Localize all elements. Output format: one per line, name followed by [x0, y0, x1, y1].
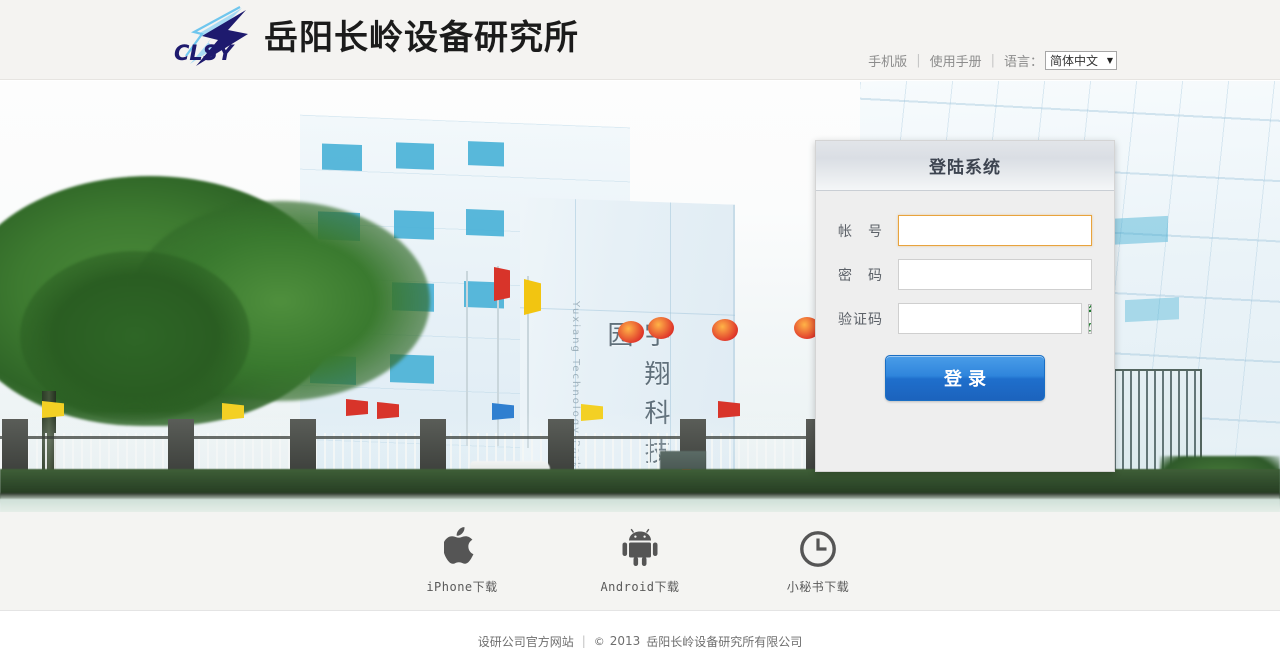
captcha-code: 2295 — [1088, 303, 1092, 333]
site-header: CLSY 岳阳长岭设备研究所 手机版 | 使用手册 | 语言： 简体中文 ▼ — [0, 0, 1280, 80]
download-iphone-label: iPhone下载 — [426, 579, 498, 594]
site-title: 岳阳长岭设备研究所 — [264, 18, 579, 58]
account-input[interactable] — [898, 215, 1092, 246]
language-selected-value: 简体中文 — [1050, 54, 1099, 68]
clock-icon — [799, 528, 837, 568]
account-row: 帐 号 — [838, 215, 1092, 246]
captcha-input[interactable] — [898, 303, 1082, 334]
top-navigation: 手机版 | 使用手册 | 语言： 简体中文 ▼ — [868, 51, 1117, 70]
login-panel-header: 登陆系统 — [816, 141, 1114, 191]
download-assistant[interactable]: 小秘书下载 — [763, 528, 873, 595]
captcha-label: 验证码 — [838, 311, 883, 328]
footer-official-site-link[interactable]: 设研公司官方网站 — [478, 633, 574, 650]
nav-mobile-version[interactable]: 手机版 — [868, 51, 907, 70]
download-android-label: Android下载 — [600, 579, 680, 594]
language-select[interactable]: 简体中文 ▼ — [1045, 51, 1117, 70]
account-label: 帐 号 — [838, 223, 883, 240]
nav-separator-1: | — [916, 53, 921, 68]
password-input[interactable] — [898, 259, 1092, 290]
footer-content: 设研公司官方网站 | © 2013 岳阳长岭设备研究所有限公司 — [478, 633, 803, 650]
brand: CLSY 岳阳长岭设备研究所 — [168, 4, 579, 76]
app-download-strip: iPhone下载 Android下载 小秘书下载 — [0, 512, 1280, 610]
login-title: 登陆系统 — [929, 158, 1001, 178]
nav-separator-2: | — [990, 53, 995, 68]
language-label: 语言： — [1003, 55, 1043, 70]
footer-separator: | — [581, 634, 586, 648]
site-footer: 设研公司官方网站 | © 2013 岳阳长岭设备研究所有限公司 — [0, 610, 1280, 671]
footer-year: 2013 — [609, 634, 641, 648]
pavement — [0, 499, 1280, 512]
password-label: 密 码 — [838, 267, 883, 284]
nav-user-manual[interactable]: 使用手册 — [930, 51, 982, 70]
download-iphone[interactable]: iPhone下载 — [407, 526, 517, 595]
android-icon — [620, 528, 660, 568]
download-assistant-label: 小秘书下载 — [786, 579, 850, 594]
apple-icon — [444, 526, 480, 568]
footer-company: 岳阳长岭设备研究所有限公司 — [646, 634, 803, 649]
login-page: CLSY 岳阳长岭设备研究所 手机版 | 使用手册 | 语言： 简体中文 ▼ Y… — [0, 0, 1280, 671]
login-submit-button[interactable]: 登录 — [885, 355, 1045, 401]
chevron-down-icon: ▼ — [1106, 56, 1113, 65]
captcha-image[interactable]: 2295 — [1088, 303, 1092, 334]
arrow-swoosh-logo: CLSY — [168, 4, 254, 76]
login-form: 帐 号 密 码 验证码 2295 登录 — [816, 191, 1114, 401]
copyright-icon: © — [593, 634, 605, 648]
password-row: 密 码 — [838, 259, 1092, 290]
logo-text: CLSY — [174, 41, 235, 65]
captcha-row: 验证码 2295 — [838, 303, 1092, 334]
download-android[interactable]: Android下载 — [585, 528, 695, 595]
login-panel: 登陆系统 帐 号 密 码 验证码 2 登录 — [815, 140, 1115, 472]
